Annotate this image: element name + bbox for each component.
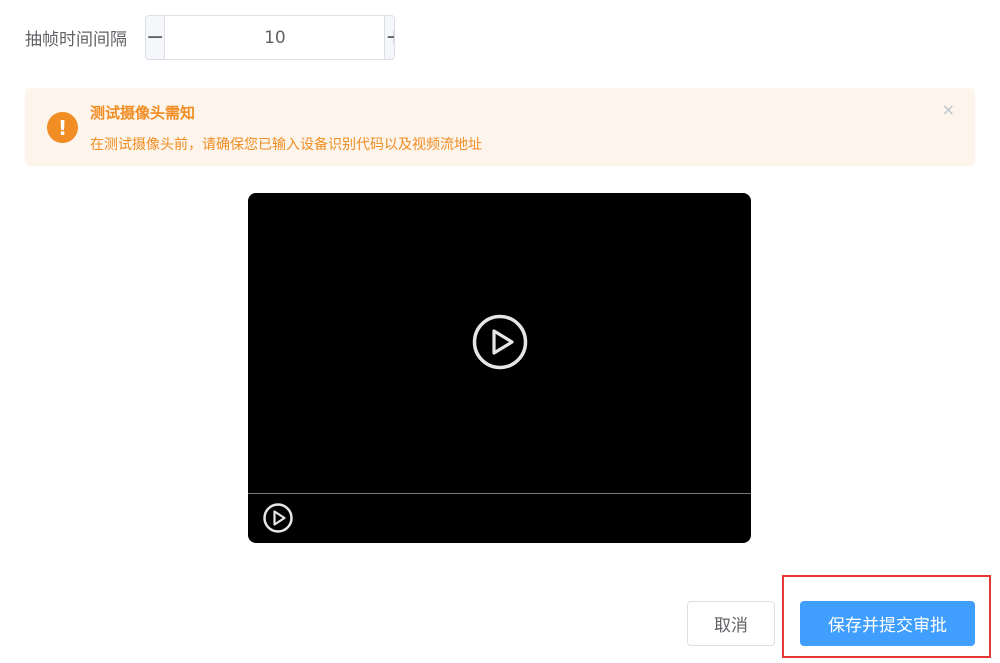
frame-interval-input[interactable] — [165, 16, 385, 59]
warning-icon: ! — [47, 112, 78, 143]
close-icon[interactable]: × — [942, 100, 955, 119]
frame-interval-label: 抽帧时间间隔 — [25, 30, 127, 50]
save-and-submit-button[interactable]: 保存并提交审批 — [800, 601, 975, 646]
cancel-button[interactable]: 取消 — [687, 601, 775, 646]
camera-test-notice: ! 测试摄像头需知 在测试摄像头前，请确保您已输入设备识别代码以及视频流地址 × — [25, 88, 975, 166]
video-progress-bar[interactable] — [248, 493, 751, 494]
increment-button[interactable]: + — [384, 16, 394, 59]
play-circle-icon[interactable] — [472, 314, 528, 370]
alert-description: 在测试摄像头前，请确保您已输入设备识别代码以及视频流地址 — [90, 137, 482, 153]
video-player[interactable] — [248, 193, 751, 543]
alert-title: 测试摄像头需知 — [90, 104, 196, 122]
frame-interval-row: 抽帧时间间隔 — [25, 15, 145, 60]
play-button-icon[interactable] — [262, 502, 294, 534]
decrement-button[interactable]: − — [146, 16, 166, 59]
frame-interval-stepper: − + — [145, 15, 395, 60]
